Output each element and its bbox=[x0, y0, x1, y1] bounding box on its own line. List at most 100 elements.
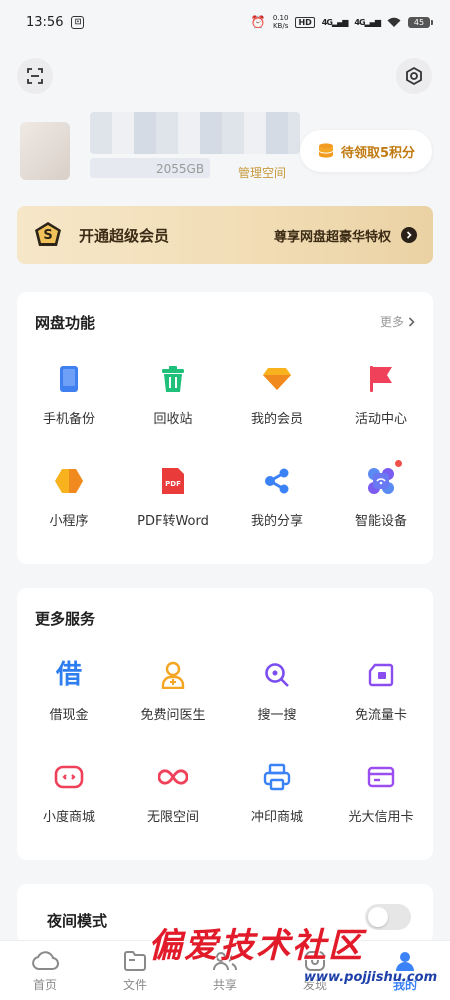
func-label: 手机备份 bbox=[42, 412, 95, 427]
net-speed-value: 0.10 bbox=[272, 14, 289, 22]
service-label: 冲印商城 bbox=[250, 810, 303, 825]
phone-backup-icon bbox=[54, 364, 84, 394]
hd-badge: HD bbox=[295, 16, 315, 28]
recycle-bin-icon bbox=[158, 364, 188, 394]
membership-diamond-icon bbox=[262, 364, 292, 394]
functions-more-link[interactable]: 更多 bbox=[380, 313, 415, 330]
folder-icon bbox=[124, 951, 146, 971]
func-phone-backup[interactable]: 手机备份 bbox=[17, 364, 121, 432]
battery-icon: 45 bbox=[408, 16, 433, 28]
service-unlimited-space[interactable]: 无限空间 bbox=[121, 762, 225, 830]
service-label: 搜一搜 bbox=[257, 708, 297, 723]
status-time: 13:56 bbox=[26, 14, 64, 30]
more-services-title: 更多服务 bbox=[35, 610, 96, 628]
service-free-doctor[interactable]: 免费问医生 bbox=[121, 660, 225, 728]
func-pdf-to-word[interactable]: PDF PDF转Word bbox=[121, 466, 225, 534]
night-mode-toggle[interactable] bbox=[365, 904, 411, 930]
notification-dot bbox=[395, 460, 402, 467]
manage-space-link[interactable]: 管理空间 bbox=[238, 164, 286, 181]
func-label: 我的会员 bbox=[250, 412, 303, 427]
service-borrow-cash[interactable]: 借 借现金 bbox=[17, 660, 121, 728]
service-label: 小度商城 bbox=[42, 810, 95, 825]
alarm-icon: ⏰ bbox=[250, 15, 266, 29]
signal-1-label: 4G bbox=[321, 17, 333, 27]
shared-icon bbox=[213, 952, 237, 971]
func-label: 回收站 bbox=[153, 412, 193, 427]
tab-label: 首页 bbox=[32, 978, 57, 992]
tab-files[interactable]: 文件 bbox=[90, 941, 180, 1000]
service-data-card[interactable]: 免流量卡 bbox=[329, 660, 433, 728]
func-label: 智能设备 bbox=[354, 514, 407, 529]
infinity-icon bbox=[158, 762, 188, 792]
more-label: 更多 bbox=[379, 315, 404, 329]
share-icon bbox=[262, 466, 292, 496]
status-left: 13:56 ⊡ bbox=[26, 14, 85, 30]
status-right: ⏰ 0.10 KB/s HD 4G▂▄▆ 4G▂▄▆ 45 bbox=[250, 14, 433, 30]
night-mode-card: 夜间模式 bbox=[17, 884, 433, 944]
sim-card-icon bbox=[366, 660, 396, 690]
settings-button[interactable] bbox=[396, 58, 432, 94]
signal-2-label: 4G bbox=[354, 17, 365, 27]
vip-title: 开通超级会员 bbox=[79, 226, 170, 245]
func-smart-device[interactable]: 智能设备 bbox=[329, 460, 433, 534]
svg-text:PDF: PDF bbox=[165, 480, 181, 488]
service-label: 免流量卡 bbox=[354, 708, 407, 723]
func-mini-program[interactable]: 小程序 bbox=[17, 466, 121, 534]
scan-button[interactable] bbox=[17, 58, 53, 94]
net-speed-unit: KB/s bbox=[272, 22, 289, 30]
bottom-tab-bar: 首页 文件 共享 发现 我的 bbox=[0, 940, 450, 1000]
coins-icon bbox=[318, 143, 333, 158]
service-label: 借现金 bbox=[49, 708, 89, 723]
storage-usage: 2055GB bbox=[156, 162, 205, 176]
tab-label: 文件 bbox=[122, 978, 147, 992]
tab-shared[interactable]: 共享 bbox=[180, 941, 270, 1000]
chevron-right-icon bbox=[408, 316, 415, 327]
signal-1: 4G▂▄▆ bbox=[321, 17, 349, 27]
functions-card: 网盘功能 更多 手机备份 回收站 我的会员 活动中心 小程序 PDF PDF转W… bbox=[17, 292, 433, 564]
func-my-share[interactable]: 我的分享 bbox=[225, 466, 329, 534]
credit-card-icon bbox=[366, 762, 396, 792]
notification-app-icon: ⊡ bbox=[71, 15, 85, 29]
discover-icon bbox=[305, 951, 325, 971]
service-search[interactable]: 搜一搜 bbox=[225, 660, 329, 728]
username-blurred bbox=[90, 112, 300, 154]
status-bar: 13:56 ⊡ ⏰ 0.10 KB/s HD 4G▂▄▆ 4G▂▄▆ 45 bbox=[0, 0, 450, 44]
mini-program-icon bbox=[54, 466, 84, 496]
functions-grid: 手机备份 回收站 我的会员 活动中心 小程序 PDF PDF转Word 我的分享… bbox=[17, 364, 433, 534]
tab-mine[interactable]: 我的 bbox=[360, 941, 450, 1000]
printer-icon bbox=[262, 762, 292, 792]
func-label: PDF转Word bbox=[137, 514, 209, 529]
service-xiaodu-mall[interactable]: 小度商城 bbox=[17, 762, 121, 830]
tab-label: 发现 bbox=[302, 978, 327, 992]
search-icon bbox=[262, 660, 292, 690]
vip-banner[interactable]: S 开通超级会员 尊享网盘超豪华特权 bbox=[17, 206, 433, 264]
tab-label: 我的 bbox=[392, 978, 417, 992]
func-membership[interactable]: 我的会员 bbox=[225, 364, 329, 432]
service-credit-card[interactable]: 光大信用卡 bbox=[329, 762, 433, 830]
scan-icon bbox=[27, 68, 43, 84]
func-recycle-bin[interactable]: 回收站 bbox=[121, 364, 225, 432]
tab-discover[interactable]: 发现 bbox=[270, 941, 360, 1000]
avatar[interactable] bbox=[20, 122, 70, 180]
service-label: 光大信用卡 bbox=[348, 810, 414, 825]
signal-2: 4G▂▄▆ bbox=[354, 17, 381, 27]
service-print-mall[interactable]: 冲印商城 bbox=[225, 762, 329, 830]
home-cloud-icon bbox=[32, 951, 59, 970]
pdf-icon: PDF bbox=[158, 466, 188, 496]
night-mode-label: 夜间模式 bbox=[47, 912, 108, 930]
points-button[interactable]: 待领取5积分 bbox=[300, 130, 432, 172]
more-services-card: 更多服务 借 借现金 免费问医生 搜一搜 免流量卡 小度商城 无限空间 冲印商城… bbox=[17, 588, 433, 860]
func-activity-center[interactable]: 活动中心 bbox=[329, 364, 433, 432]
net-speed: 0.10 KB/s bbox=[273, 14, 289, 30]
service-label: 免费问医生 bbox=[140, 708, 206, 723]
profile-icon bbox=[396, 952, 414, 971]
tab-label: 共享 bbox=[212, 978, 237, 992]
tab-home[interactable]: 首页 bbox=[0, 941, 90, 1000]
func-label: 小程序 bbox=[49, 514, 89, 529]
smart-device-icon bbox=[366, 460, 402, 496]
gear-icon bbox=[406, 66, 422, 86]
functions-title: 网盘功能 bbox=[35, 314, 96, 332]
wifi-icon bbox=[387, 17, 401, 27]
func-label: 我的分享 bbox=[250, 514, 303, 529]
doctor-icon bbox=[158, 660, 188, 690]
